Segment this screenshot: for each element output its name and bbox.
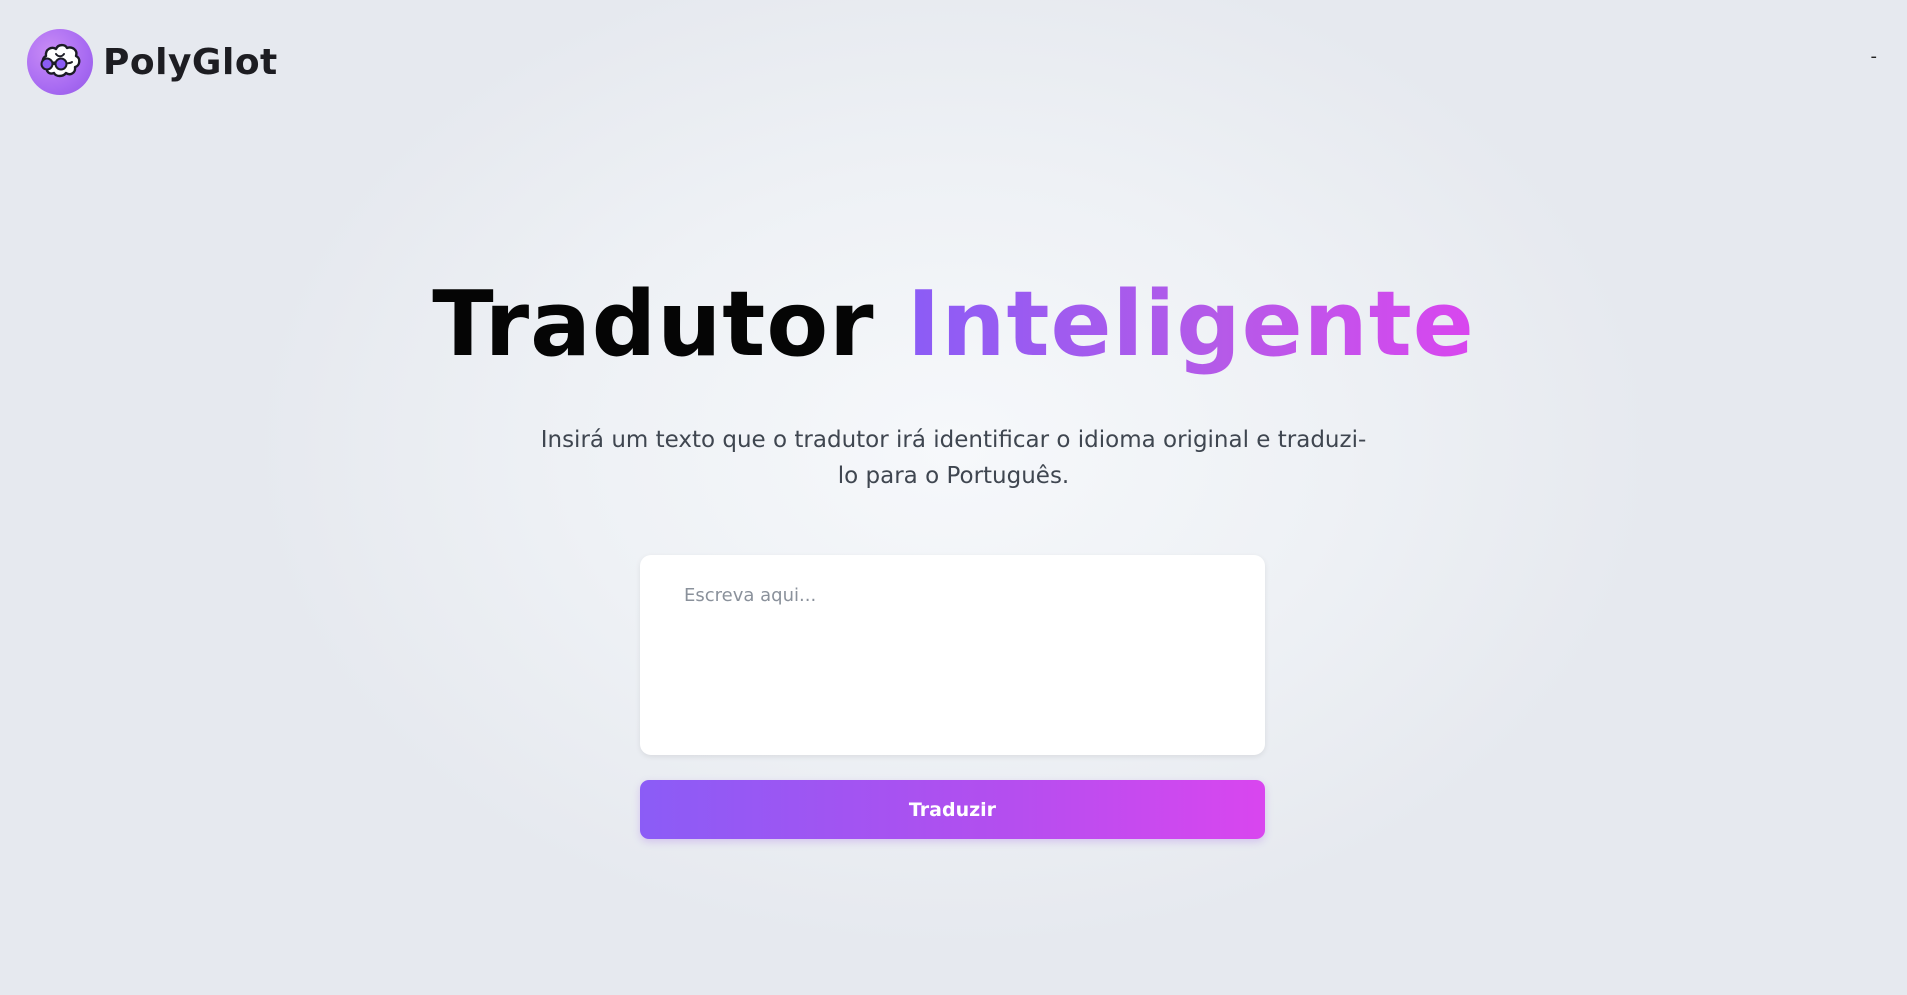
translate-button[interactable]: Traduzir xyxy=(640,780,1265,839)
text-input-container xyxy=(640,555,1265,755)
title-main: Tradutor xyxy=(432,272,875,377)
page-subtitle: Insirá um texto que o tradutor irá ident… xyxy=(540,427,1367,489)
translate-form: Traduzir xyxy=(640,555,1265,839)
brand[interactable]: PolyGlot xyxy=(27,29,278,95)
page-title: Tradutor Inteligente xyxy=(0,270,1907,380)
brain-icon xyxy=(27,29,93,95)
top-bar: PolyGlot - xyxy=(0,0,1907,120)
text-input[interactable] xyxy=(640,555,1265,755)
top-right-indicator: - xyxy=(1870,46,1878,67)
title-accent: Inteligente xyxy=(906,272,1475,377)
hero-section: Tradutor Inteligente Insirá um texto que… xyxy=(0,270,1907,494)
brand-name: PolyGlot xyxy=(103,41,278,83)
